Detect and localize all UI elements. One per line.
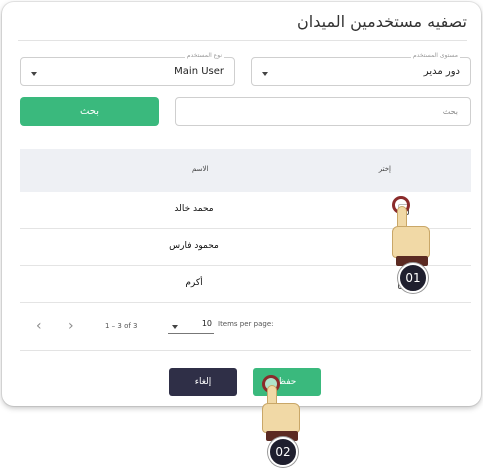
user-name: محمود فارس (169, 241, 219, 251)
footer-divider (20, 350, 471, 351)
hand-palm (392, 226, 430, 258)
user-name: أكرم (185, 278, 203, 288)
table-header: إختر الاسم (20, 149, 471, 192)
page-size-select[interactable]: 10 (168, 318, 214, 334)
items-per-page-label: Items per page: (218, 320, 274, 328)
search-field[interactable] (175, 97, 471, 126)
user-type-select[interactable]: نوع المستخدم Main User (20, 52, 235, 86)
chevron-left-icon[interactable]: ‹ (36, 318, 42, 334)
role-select-value: دور مدير (423, 66, 460, 77)
role-select[interactable]: مستوى المستخدم دور مدير (251, 52, 471, 86)
title-divider (18, 40, 467, 41)
column-header-name: الاسم (192, 165, 209, 173)
paginator: ‹ › 1 – 3 of 3 10 Items per page: (20, 310, 471, 340)
hand-palm (262, 403, 300, 433)
chevron-down-icon (31, 72, 37, 76)
user-name: محمد خالد (174, 204, 214, 214)
dialog-title: تصفيه مستخدمين الميدان (297, 12, 467, 31)
chevron-right-icon[interactable]: › (68, 318, 74, 334)
role-select-label: مستوى المستخدم (411, 52, 460, 59)
user-type-select-label: نوع المستخدم (184, 52, 224, 59)
cancel-button[interactable]: إلغاء (169, 368, 237, 396)
user-type-select-value: Main User (174, 66, 224, 77)
column-header-select: إختر (378, 165, 391, 173)
step-badge: 02 (268, 437, 298, 467)
chevron-down-icon (172, 325, 178, 329)
step-badge: 01 (398, 263, 428, 293)
search-input[interactable] (176, 98, 470, 125)
search-button[interactable]: بحث (20, 97, 159, 126)
chevron-down-icon (262, 72, 268, 76)
page-size-value: 10 (201, 319, 212, 328)
page-range: 1 – 3 of 3 (105, 322, 138, 330)
